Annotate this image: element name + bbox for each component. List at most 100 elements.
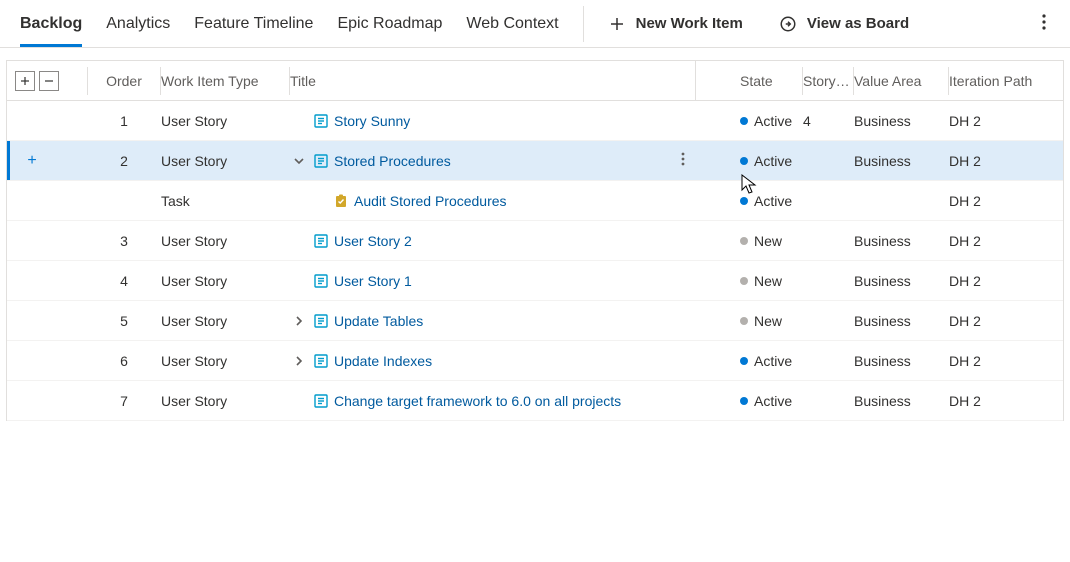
column-header-state[interactable]: State xyxy=(696,73,802,89)
user-story-icon xyxy=(314,234,328,248)
table-row[interactable]: 6User StoryUpdate IndexesActiveBusinessD… xyxy=(7,341,1063,381)
state-new-dot-icon xyxy=(740,237,748,245)
cell-state: Active xyxy=(696,153,802,169)
cell-title: Change target framework to 6.0 on all pr… xyxy=(290,393,695,409)
arrow-circle-right-icon xyxy=(779,15,797,33)
task-icon xyxy=(334,194,348,208)
state-active-dot-icon xyxy=(740,357,748,365)
column-header-row: Order Work Item Type Title State Story… … xyxy=(7,61,1063,101)
more-vertical-icon xyxy=(681,152,685,166)
cell-value-area: Business xyxy=(854,353,948,369)
view-as-board-button[interactable]: View as Board xyxy=(779,15,909,33)
table-row[interactable]: 4User StoryUser Story 1NewBusinessDH 2 xyxy=(7,261,1063,301)
cell-type: User Story xyxy=(161,353,289,369)
more-vertical-icon xyxy=(1042,14,1046,30)
state-active-dot-icon xyxy=(740,117,748,125)
cell-iteration-path: DH 2 xyxy=(949,393,1047,409)
work-item-link[interactable]: Stored Procedures xyxy=(334,153,451,169)
cell-state: New xyxy=(696,273,802,289)
cell-order: 1 xyxy=(88,113,160,129)
column-header-order[interactable]: Order xyxy=(88,73,160,89)
cell-title: User Story 2 xyxy=(290,233,695,249)
work-item-link[interactable]: User Story 2 xyxy=(334,233,412,249)
cell-type: Task xyxy=(161,193,289,209)
cell-state: Active xyxy=(696,353,802,369)
state-active-dot-icon xyxy=(740,197,748,205)
cell-value-area: Business xyxy=(854,153,948,169)
cell-title: Update Tables xyxy=(290,313,695,329)
table-row[interactable]: 3User StoryUser Story 2NewBusinessDH 2 xyxy=(7,221,1063,261)
cell-state: Active xyxy=(696,193,802,209)
cell-state: Active xyxy=(696,393,802,409)
cell-title: Update Indexes xyxy=(290,353,695,369)
add-child-button[interactable]: + xyxy=(23,152,41,170)
cell-title: Stored Procedures xyxy=(290,152,695,169)
new-work-item-button[interactable]: New Work Item xyxy=(608,15,743,33)
cell-state: New xyxy=(696,313,802,329)
cell-title: Audit Stored Procedures xyxy=(290,193,695,209)
table-row[interactable]: Task Audit Stored Procedures Active DH 2 xyxy=(7,181,1063,221)
cell-type: User Story xyxy=(161,313,289,329)
table-row[interactable]: 1User StoryStory SunnyActive4BusinessDH … xyxy=(7,101,1063,141)
cell-value-area: Business xyxy=(854,393,948,409)
cell-value-area: Business xyxy=(854,233,948,249)
cell-type: User Story xyxy=(161,393,289,409)
column-header-value-area[interactable]: Value Area xyxy=(854,73,948,89)
tab-analytics[interactable]: Analytics xyxy=(106,0,170,47)
table-row[interactable]: +2User Story Stored Procedures Active Busin… xyxy=(7,141,1063,181)
cell-title: Story Sunny xyxy=(290,113,695,129)
column-header-story[interactable]: Story… xyxy=(803,73,853,89)
chevron-right-icon[interactable] xyxy=(293,315,305,327)
cell-state: New xyxy=(696,233,802,249)
chevron-down-icon[interactable] xyxy=(293,155,305,167)
cell-value-area: Business xyxy=(854,273,948,289)
state-active-dot-icon xyxy=(740,157,748,165)
cell-title: User Story 1 xyxy=(290,273,695,289)
work-item-link[interactable]: Update Tables xyxy=(334,313,423,329)
table-row[interactable]: 7User Story Change target framework to 6.… xyxy=(7,381,1063,421)
cell-type: User Story xyxy=(161,153,289,169)
work-item-link[interactable]: Change target framework to 6.0 on all pr… xyxy=(334,393,621,409)
cell-order: 5 xyxy=(88,313,160,329)
cell-type: User Story xyxy=(161,113,289,129)
more-options-button[interactable] xyxy=(1038,10,1050,37)
view-as-board-label: View as Board xyxy=(807,15,909,32)
cell-iteration-path: DH 2 xyxy=(949,233,1047,249)
expand-all-button[interactable] xyxy=(15,71,35,91)
cell-state: Active xyxy=(696,113,802,129)
user-story-icon xyxy=(314,394,328,408)
work-item-link[interactable]: User Story 1 xyxy=(334,273,412,289)
work-item-link[interactable]: Story Sunny xyxy=(334,113,410,129)
cell-order: 7 xyxy=(88,393,160,409)
tab-backlog[interactable]: Backlog xyxy=(20,0,82,47)
column-header-iteration[interactable]: Iteration Path xyxy=(949,73,1047,89)
tab-feature-timeline[interactable]: Feature Timeline xyxy=(194,0,313,47)
row-more-button[interactable] xyxy=(681,152,695,169)
cell-order: 4 xyxy=(88,273,160,289)
tab-epic-roadmap[interactable]: Epic Roadmap xyxy=(337,0,442,47)
cell-iteration-path: DH 2 xyxy=(949,153,1047,169)
collapse-all-button[interactable] xyxy=(39,71,59,91)
work-item-link[interactable]: Update Indexes xyxy=(334,353,432,369)
chevron-right-icon[interactable] xyxy=(293,355,305,367)
cell-iteration-path: DH 2 xyxy=(949,193,1047,209)
cell-order: 6 xyxy=(88,353,160,369)
state-new-dot-icon xyxy=(740,277,748,285)
user-story-icon xyxy=(314,114,328,128)
cell-iteration-path: DH 2 xyxy=(949,113,1047,129)
work-item-link[interactable]: Audit Stored Procedures xyxy=(354,193,507,209)
cell-iteration-path: DH 2 xyxy=(949,273,1047,289)
column-header-title[interactable]: Title xyxy=(290,73,695,89)
cell-order: 2 xyxy=(88,153,160,169)
minus-icon xyxy=(44,76,54,86)
table-row[interactable]: 5User StoryUpdate TablesNewBusinessDH 2 xyxy=(7,301,1063,341)
user-story-icon xyxy=(314,274,328,288)
cell-order: 3 xyxy=(88,233,160,249)
tab-web-context[interactable]: Web Context xyxy=(466,0,558,47)
column-header-type[interactable]: Work Item Type xyxy=(161,73,289,89)
plus-icon xyxy=(608,15,626,33)
user-story-icon xyxy=(314,314,328,328)
new-work-item-label: New Work Item xyxy=(636,15,743,32)
state-new-dot-icon xyxy=(740,317,748,325)
plus-icon xyxy=(20,76,30,86)
